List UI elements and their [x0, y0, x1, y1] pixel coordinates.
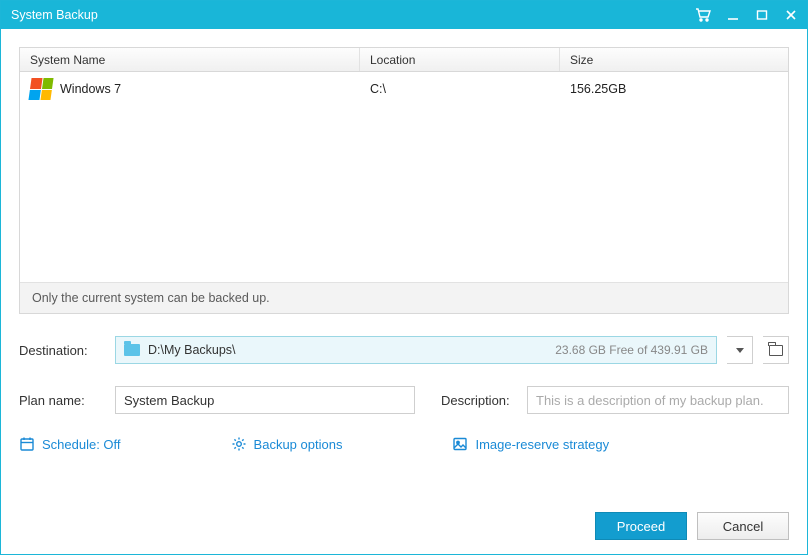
- option-links: Schedule: Off Backup options Image-reser…: [19, 436, 789, 452]
- table-body: Windows 7 C:\ 156.25GB: [20, 72, 788, 282]
- image-icon: [452, 436, 468, 452]
- titlebar-controls: [695, 7, 799, 24]
- system-table: System Name Location Size Windows 7 C:\ …: [19, 47, 789, 314]
- folder-icon: [124, 344, 140, 356]
- plan-name-label: Plan name:: [19, 393, 105, 408]
- cancel-button[interactable]: Cancel: [697, 512, 789, 540]
- destination-browse-button[interactable]: [763, 336, 789, 364]
- footer: Proceed Cancel: [19, 494, 789, 540]
- row-size: 156.25GB: [560, 82, 788, 96]
- table-hint: Only the current system can be backed up…: [20, 282, 788, 313]
- browse-folder-icon: [769, 345, 783, 356]
- close-button[interactable]: [782, 7, 799, 24]
- description-label: Description:: [441, 393, 517, 408]
- table-header: System Name Location Size: [20, 48, 788, 72]
- plan-name-input[interactable]: [115, 386, 415, 414]
- window-title: System Backup: [11, 8, 695, 22]
- image-reserve-label: Image-reserve strategy: [475, 437, 609, 452]
- destination-label: Destination:: [19, 343, 105, 358]
- gear-icon: [231, 436, 247, 452]
- destination-row: Destination: D:\My Backups\ 23.68 GB Fre…: [19, 336, 789, 364]
- titlebar: System Backup: [1, 1, 807, 29]
- description-input[interactable]: [527, 386, 789, 414]
- th-size[interactable]: Size: [560, 48, 788, 71]
- system-backup-window: System Backup System Name Location: [0, 0, 808, 555]
- destination-field[interactable]: D:\My Backups\ 23.68 GB Free of 439.91 G…: [115, 336, 717, 364]
- proceed-button[interactable]: Proceed: [595, 512, 687, 540]
- th-system-name[interactable]: System Name: [20, 48, 360, 71]
- maximize-button[interactable]: [753, 7, 770, 24]
- calendar-icon: [19, 436, 35, 452]
- table-row[interactable]: Windows 7 C:\ 156.25GB: [20, 72, 788, 106]
- backup-options-label: Backup options: [254, 437, 343, 452]
- schedule-link-label: Schedule: Off: [42, 437, 121, 452]
- destination-path: D:\My Backups\: [148, 343, 236, 357]
- backup-options-link[interactable]: Backup options: [231, 436, 343, 452]
- destination-free-space: 23.68 GB Free of 439.91 GB: [555, 343, 708, 357]
- plan-row: Plan name: Description:: [19, 386, 789, 414]
- schedule-link[interactable]: Schedule: Off: [19, 436, 121, 452]
- cart-icon[interactable]: [695, 7, 712, 24]
- window-body: System Name Location Size Windows 7 C:\ …: [1, 29, 807, 554]
- image-reserve-link[interactable]: Image-reserve strategy: [452, 436, 609, 452]
- chevron-down-icon: [736, 348, 744, 353]
- th-location[interactable]: Location: [360, 48, 560, 71]
- row-system-name: Windows 7: [60, 82, 121, 96]
- minimize-button[interactable]: [724, 7, 741, 24]
- destination-dropdown-button[interactable]: [727, 336, 753, 364]
- windows-logo-icon: [28, 78, 53, 100]
- row-location: C:\: [360, 82, 560, 96]
